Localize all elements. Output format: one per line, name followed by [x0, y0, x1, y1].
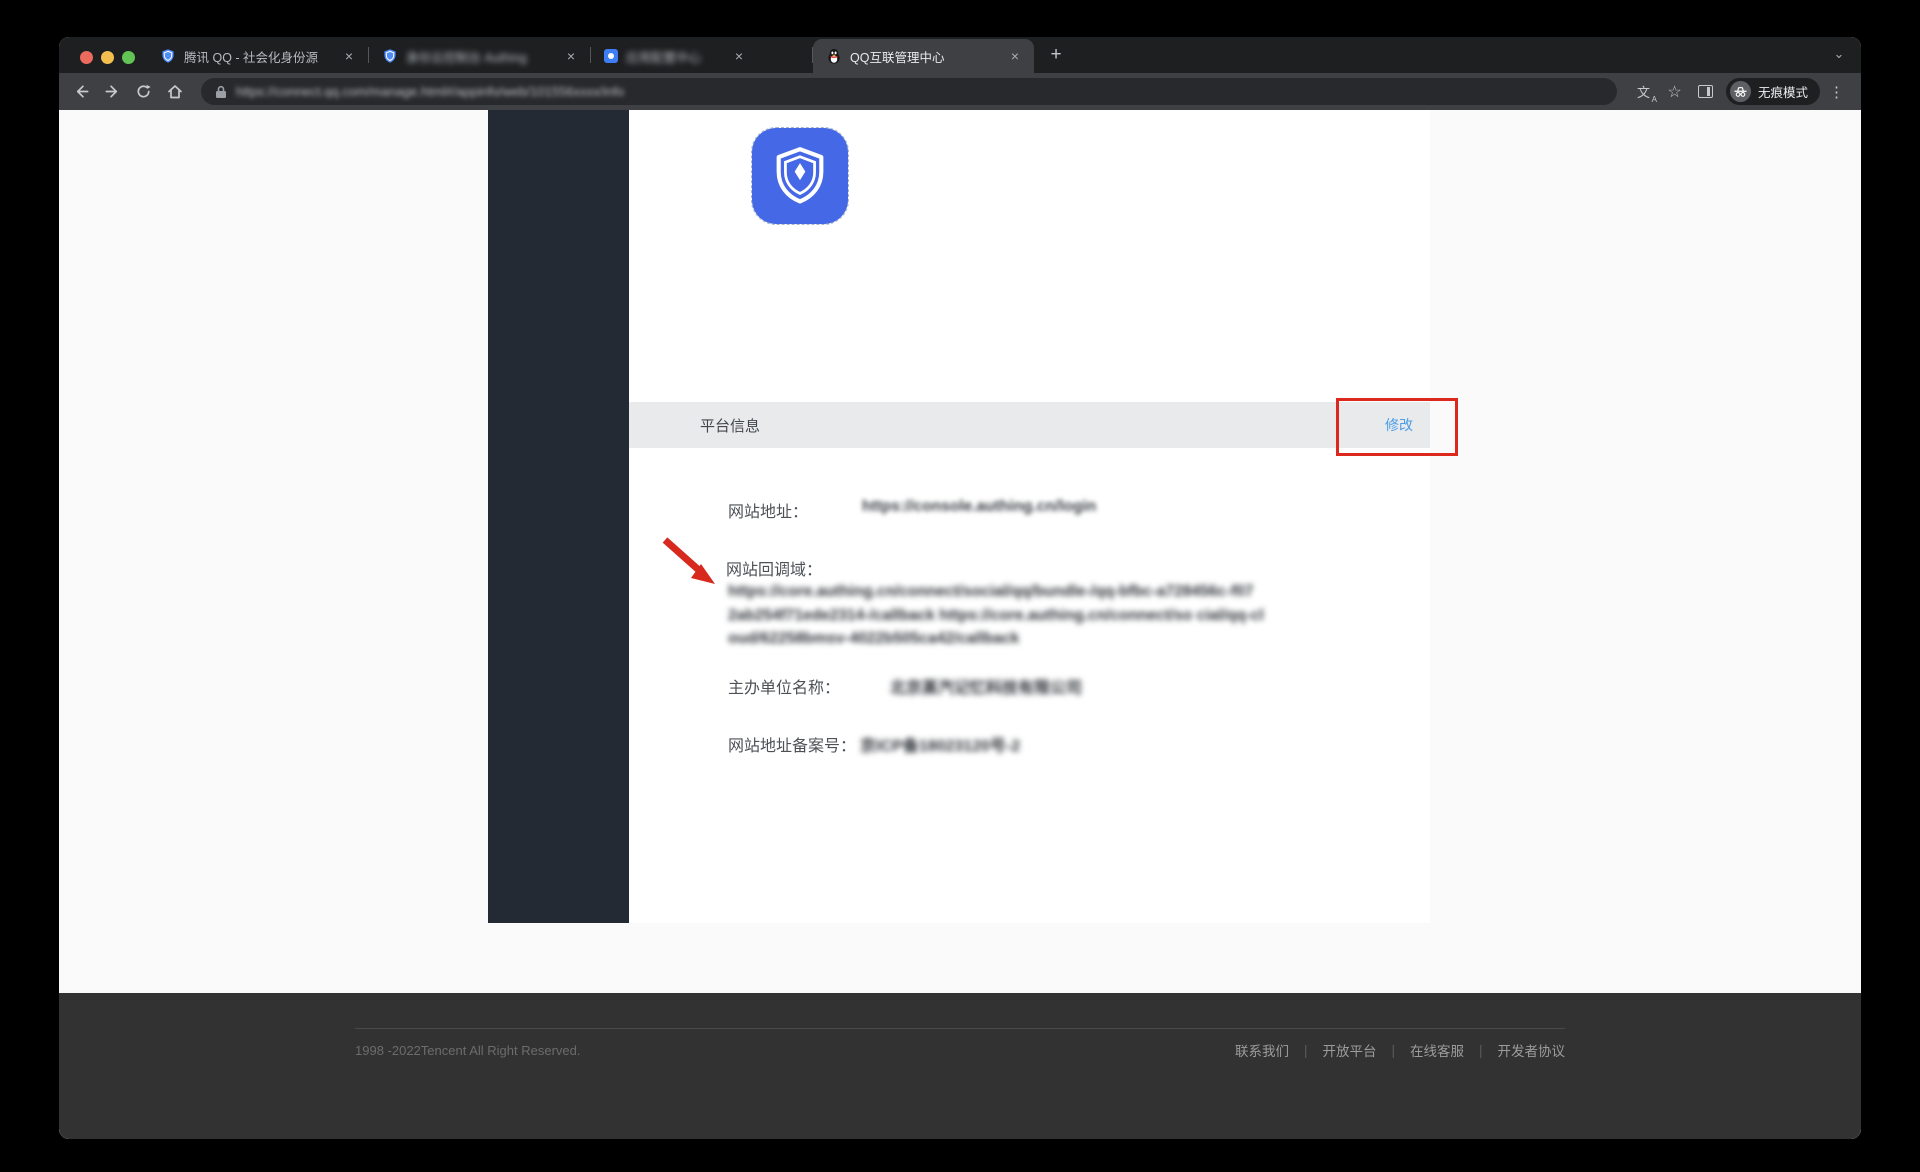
tab-close-icon[interactable]: ×	[730, 47, 748, 65]
shield-icon	[767, 143, 833, 209]
annotation-arrow-icon	[653, 528, 737, 600]
tab-title: QQ互联管理中心	[850, 47, 998, 66]
annotation-red-box	[1336, 398, 1458, 456]
tab-title: 腾讯 QQ - 社会化身份源	[184, 47, 332, 66]
traffic-lights	[80, 51, 135, 64]
tab-tencent-qq[interactable]: 腾讯 QQ - 社会化身份源 ×	[147, 39, 368, 73]
field-label: 网站地址：	[728, 498, 808, 522]
window-close-button[interactable]	[80, 51, 93, 64]
field-value-redacted: 北京蒸汽记忆科技有限公司	[890, 674, 1082, 698]
tab-close-icon[interactable]: ×	[340, 47, 358, 65]
back-button[interactable]	[67, 77, 96, 106]
footer-link-contact[interactable]: 联系我们	[1235, 1040, 1289, 1060]
tab-title-redacted: 身份云控制台 Authing	[406, 47, 554, 66]
left-nav-sidebar	[488, 110, 629, 923]
callback-domains-redacted: https://core.authing.cn/connect/social/q…	[728, 580, 1265, 651]
window-maximize-button[interactable]	[122, 51, 135, 64]
footer-separator: |	[1391, 1043, 1395, 1058]
back-arrow-icon	[73, 83, 90, 100]
star-icon: ☆	[1667, 82, 1681, 102]
tabs: 腾讯 QQ - 社会化身份源 × 身份云控制台 Authing × 应用配置中心	[147, 37, 1070, 73]
url-text: https://connect.qq.com/manage.html#/appi…	[236, 84, 624, 99]
shield-icon	[160, 48, 176, 64]
footer-separator: |	[1304, 1043, 1308, 1058]
browser-window: 腾讯 QQ - 社会化身份源 × 身份云控制台 Authing × 应用配置中心	[59, 37, 1861, 1139]
chevron-down-icon[interactable]: ⌄	[1829, 46, 1849, 62]
footer-inner: 1998 -2022Tencent All Right Reserved. 联系…	[355, 1028, 1565, 1060]
incognito-icon	[1730, 81, 1751, 102]
blue-app-icon	[604, 49, 618, 63]
qq-penguin-icon	[826, 48, 842, 64]
page-viewport: 平台信息 修改 网站地址： https://console.authing.cn…	[59, 110, 1861, 1139]
tab-strip: 腾讯 QQ - 社会化身份源 × 身份云控制台 Authing × 应用配置中心	[59, 37, 1861, 73]
field-label: 网站地址备案号：	[728, 732, 856, 756]
field-row-callback-label: 网站回调域：	[726, 556, 822, 580]
lock-icon	[215, 85, 227, 99]
app-info-card: 平台信息 修改 网站地址： https://console.authing.cn…	[629, 110, 1430, 923]
tab-title-redacted: 应用配置中心	[626, 47, 722, 66]
browser-menu-button[interactable]: ⋮	[1822, 77, 1851, 106]
forward-arrow-icon	[104, 83, 121, 100]
section-header-bar: 平台信息 修改	[629, 402, 1430, 448]
home-button[interactable]	[160, 77, 189, 106]
section-title: 平台信息	[700, 415, 760, 436]
address-bar[interactable]: https://connect.qq.com/manage.html#/appi…	[201, 78, 1617, 105]
field-row-org-name: 主办单位名称： 北京蒸汽记忆科技有限公司	[728, 674, 1082, 698]
field-value-redacted: https://console.authing.cn/login	[862, 498, 1096, 522]
reload-icon	[135, 83, 152, 100]
screen: 腾讯 QQ - 社会化身份源 × 身份云控制台 Authing × 应用配置中心	[0, 0, 1920, 1172]
tab-app-center[interactable]: 应用配置中心 ×	[591, 39, 812, 73]
footer-link-open-platform[interactable]: 开放平台	[1322, 1040, 1376, 1060]
home-icon	[166, 83, 184, 101]
tab-authing-console[interactable]: 身份云控制台 Authing ×	[369, 39, 590, 73]
field-label: 主办单位名称：	[728, 674, 840, 698]
reload-button[interactable]	[129, 77, 158, 106]
footer-link-online-service[interactable]: 在线客服	[1410, 1040, 1464, 1060]
new-tab-button[interactable]: +	[1042, 41, 1070, 69]
field-label: 网站回调域：	[726, 562, 822, 579]
field-row-site-url: 网站地址： https://console.authing.cn/login	[728, 498, 1096, 522]
incognito-label: 无痕模式	[1758, 82, 1808, 101]
footer-links: 联系我们 | 开放平台 | 在线客服 | 开发者协议	[1235, 1040, 1565, 1060]
shield-icon	[382, 48, 398, 64]
browser-toolbar: https://connect.qq.com/manage.html#/appi…	[59, 73, 1861, 110]
footer-link-developer-agreement[interactable]: 开发者协议	[1498, 1040, 1566, 1060]
tab-close-icon[interactable]: ×	[1006, 47, 1024, 65]
field-row-icp-number: 网站地址备案号： 京ICP备18023120号-2	[728, 732, 1020, 756]
translate-button[interactable]: 文	[1629, 77, 1658, 106]
kebab-menu-icon: ⋮	[1829, 83, 1844, 101]
bookmark-button[interactable]: ☆	[1660, 77, 1689, 106]
side-panel-button[interactable]	[1691, 77, 1720, 106]
footer-separator: |	[1479, 1043, 1483, 1058]
tab-qq-connect-active[interactable]: QQ互联管理中心 ×	[813, 39, 1034, 73]
page-footer: 1998 -2022Tencent All Right Reserved. 联系…	[59, 993, 1861, 1139]
incognito-badge: 无痕模式	[1726, 78, 1820, 105]
window-minimize-button[interactable]	[101, 51, 114, 64]
copyright-text: 1998 -2022Tencent All Right Reserved.	[355, 1043, 580, 1058]
side-panel-icon	[1698, 85, 1713, 98]
field-value-redacted: 京ICP备18023120号-2	[860, 732, 1020, 756]
translate-icon: 文	[1637, 82, 1650, 101]
tab-close-icon[interactable]: ×	[562, 47, 580, 65]
forward-button[interactable]	[98, 77, 127, 106]
app-shield-logo	[752, 128, 848, 224]
